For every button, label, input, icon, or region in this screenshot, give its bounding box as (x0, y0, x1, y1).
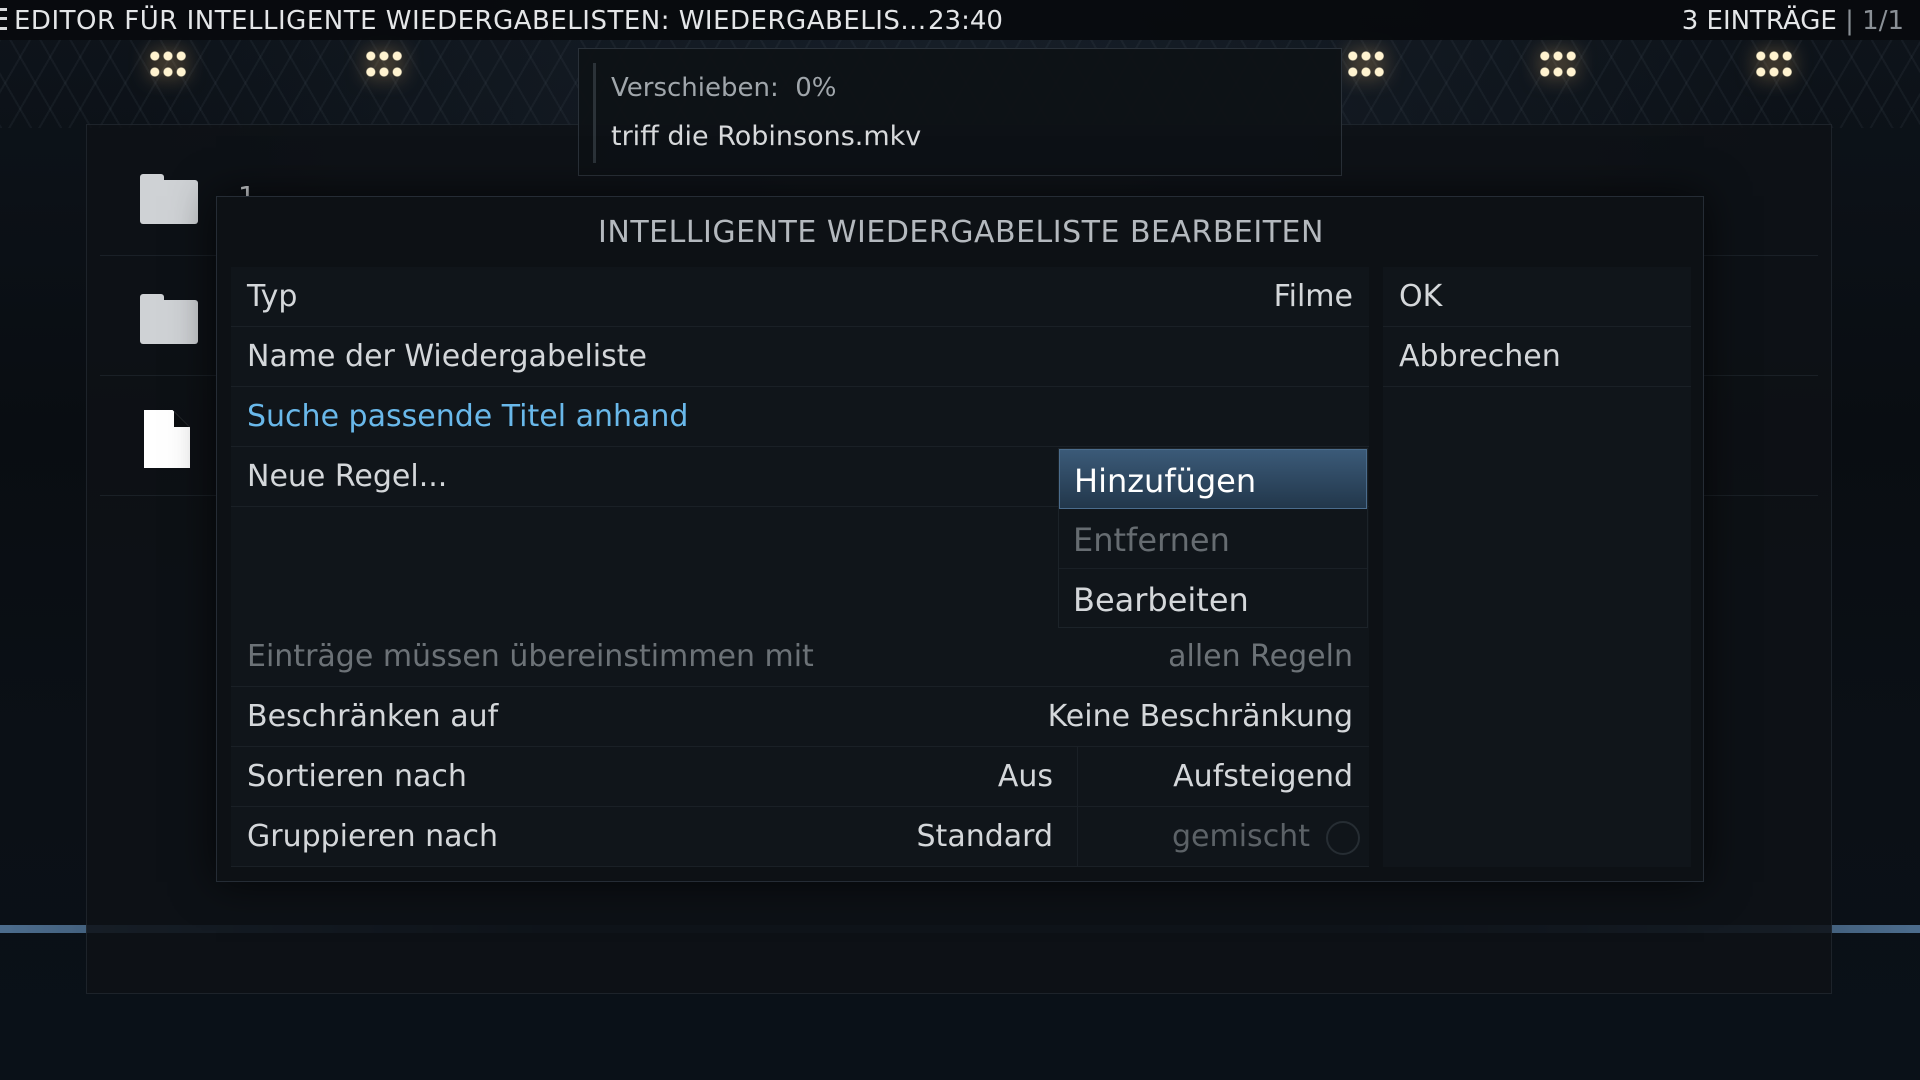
limit-label: Beschränken auf (247, 699, 499, 734)
row-search-header: Suche passende Titel anhand (231, 387, 1369, 447)
row-match-mode[interactable]: Einträge müssen übereinstimmen mit allen… (231, 627, 1369, 687)
dialog-buttons: OK Abbrechen (1383, 267, 1691, 867)
menu-item-remove-label: Entfernen (1073, 521, 1230, 559)
group-value: Standard (916, 819, 1053, 854)
menu-item-add[interactable]: Hinzufügen (1059, 449, 1367, 509)
mixed-label: gemischt (1172, 819, 1310, 854)
entries-separator: | (1845, 6, 1854, 36)
menu-item-edit[interactable]: Bearbeiten (1059, 569, 1367, 629)
moving-file-name: triff die Robinsons.mkv (611, 121, 922, 152)
folder-icon (140, 294, 198, 344)
match-mode-label: Einträge müssen übereinstimmen mit (247, 639, 814, 674)
row-group[interactable]: Gruppieren nach Standard gemischt (231, 807, 1369, 867)
smart-playlist-dialog: INTELLIGENTE WIEDERGABELISTE BEARBEITEN … (216, 196, 1704, 882)
playlist-name-label: Name der Wiedergabeliste (247, 339, 647, 374)
cancel-button-label: Abbrechen (1399, 339, 1561, 374)
new-rule-label: Neue Regel... (247, 459, 448, 494)
move-progress-text: Verschieben: 0% (611, 73, 837, 103)
window-title: EDITOR FÜR INTELLIGENTE WIEDERGABELISTEN… (14, 6, 927, 36)
row-limit[interactable]: Beschränken auf Keine Beschränkung (231, 687, 1369, 747)
clock: 23:40 (928, 6, 1003, 36)
row-type[interactable]: Typ Filme (231, 267, 1369, 327)
stage-light (1536, 44, 1580, 84)
top-bar: EDITOR FÜR INTELLIGENTE WIEDERGABELISTEN… (0, 0, 1920, 40)
sort-order-button[interactable]: Aufsteigend (1077, 747, 1369, 807)
ok-button[interactable]: OK (1383, 267, 1691, 327)
type-value: Filme (1273, 279, 1353, 314)
file-icon (144, 410, 190, 468)
ok-button-label: OK (1399, 279, 1443, 314)
row-playlist-name[interactable]: Name der Wiedergabeliste (231, 327, 1369, 387)
sort-order-value: Aufsteigend (1173, 759, 1353, 794)
entries-label: 3 EINTRÄGE (1681, 6, 1837, 36)
page-indicator: 1/1 (1862, 6, 1904, 36)
menu-item-add-label: Hinzufügen (1074, 462, 1257, 500)
entries-count: 3 EINTRÄGE | 1/1 (1682, 6, 1904, 36)
toast-accent-bar (593, 63, 596, 163)
cancel-button[interactable]: Abbrechen (1383, 327, 1691, 387)
progress-notification: Verschieben: 0% triff die Robinsons.mkv (578, 48, 1342, 176)
match-mode-value: allen Regeln (1168, 639, 1353, 674)
dialog-title: INTELLIGENTE WIEDERGABELISTE BEARBEITEN (598, 215, 1324, 250)
limit-value: Keine Beschränkung (1047, 699, 1353, 734)
stage-light (146, 44, 190, 84)
search-rules-heading: Suche passende Titel anhand (247, 399, 689, 434)
sort-value: Aus (997, 759, 1053, 794)
mixed-radio-icon[interactable] (1326, 821, 1360, 855)
menu-item-edit-label: Bearbeiten (1073, 581, 1249, 619)
row-sort[interactable]: Sortieren nach Aus Aufsteigend (231, 747, 1369, 807)
mixed-toggle[interactable]: gemischt (1077, 807, 1369, 867)
stage-light (1344, 44, 1388, 84)
menu-icon[interactable] (0, 8, 7, 30)
menu-item-remove[interactable]: Entfernen (1059, 509, 1367, 569)
stage-light (362, 44, 406, 84)
folder-icon (140, 174, 198, 224)
type-label: Typ (247, 279, 298, 314)
stage-light (1752, 44, 1796, 84)
rule-context-menu: Hinzufügen Entfernen Bearbeiten (1058, 448, 1368, 628)
